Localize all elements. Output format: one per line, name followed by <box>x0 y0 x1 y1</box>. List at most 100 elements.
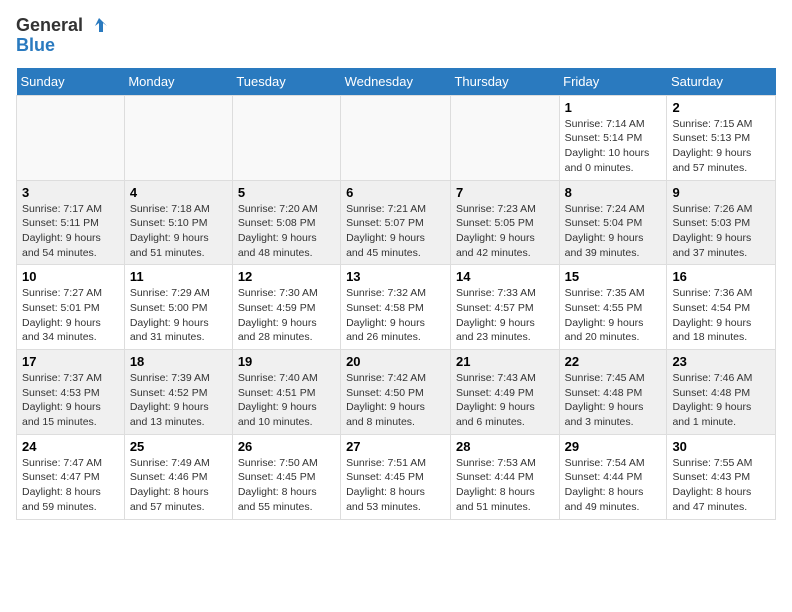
col-header-monday: Monday <box>124 68 232 96</box>
day-number: 6 <box>346 185 445 200</box>
calendar-cell: 9 Sunrise: 7:26 AM Sunset: 5:03 PM Daylig… <box>667 180 776 265</box>
day-detail: Sunrise: 7:24 AM Sunset: 5:04 PM Dayligh… <box>565 202 662 261</box>
day-detail: Sunrise: 7:20 AM Sunset: 5:08 PM Dayligh… <box>238 202 335 261</box>
calendar-cell: 2Sunrise: 7:15 AM Sunset: 5:13 PM Daylig… <box>667 95 776 180</box>
day-number: 8 <box>565 185 662 200</box>
day-detail: Sunrise: 7:35 AM Sunset: 4:55 PM Dayligh… <box>565 286 662 345</box>
calendar-cell: 22 Sunrise: 7:45 AM Sunset: 4:48 PM Dayli… <box>559 350 667 435</box>
day-detail: Sunrise: 7:15 AM Sunset: 5:13 PM Dayligh… <box>672 117 770 176</box>
day-detail: Sunrise: 7:39 AM Sunset: 4:52 PM Dayligh… <box>130 371 227 430</box>
calendar-cell: 28 Sunrise: 7:53 AM Sunset: 4:44 PM Dayli… <box>450 434 559 519</box>
calendar-cell: 3 Sunrise: 7:17 AM Sunset: 5:11 PM Daylig… <box>17 180 125 265</box>
day-number: 27 <box>346 439 445 454</box>
day-detail: Sunrise: 7:50 AM Sunset: 4:45 PM Dayligh… <box>238 456 335 515</box>
day-number: 9 <box>672 185 770 200</box>
calendar-cell <box>232 95 340 180</box>
day-detail: Sunrise: 7:32 AM Sunset: 4:58 PM Dayligh… <box>346 286 445 345</box>
calendar-cell: 26 Sunrise: 7:50 AM Sunset: 4:45 PM Dayli… <box>232 434 340 519</box>
day-detail: Sunrise: 7:18 AM Sunset: 5:10 PM Dayligh… <box>130 202 227 261</box>
calendar-cell: 29Sunrise: 7:54 AM Sunset: 4:44 PM Dayli… <box>559 434 667 519</box>
calendar-cell: 15 Sunrise: 7:35 AM Sunset: 4:55 PM Dayli… <box>559 265 667 350</box>
calendar-cell: 21Sunrise: 7:43 AM Sunset: 4:49 PM Dayli… <box>450 350 559 435</box>
day-detail: Sunrise: 7:42 AM Sunset: 4:50 PM Dayligh… <box>346 371 445 430</box>
day-number: 29 <box>565 439 662 454</box>
col-header-tuesday: Tuesday <box>232 68 340 96</box>
logo: General Blue <box>16 16 109 56</box>
week-row-2: 3 Sunrise: 7:17 AM Sunset: 5:11 PM Daylig… <box>17 180 776 265</box>
day-detail: Sunrise: 7:14 AM Sunset: 5:14 PM Dayligh… <box>565 117 662 176</box>
logo-blue: Blue <box>16 36 55 56</box>
week-row-1: 1 Sunrise: 7:14 AM Sunset: 5:14 PM Daylig… <box>17 95 776 180</box>
day-number: 15 <box>565 269 662 284</box>
calendar-cell: 12Sunrise: 7:30 AM Sunset: 4:59 PM Dayli… <box>232 265 340 350</box>
calendar-cell: 10 Sunrise: 7:27 AM Sunset: 5:01 PM Dayli… <box>17 265 125 350</box>
calendar-cell <box>450 95 559 180</box>
day-number: 30 <box>672 439 770 454</box>
day-number: 1 <box>565 100 662 115</box>
day-number: 19 <box>238 354 335 369</box>
logo-bird-icon <box>85 16 109 36</box>
day-detail: Sunrise: 7:49 AM Sunset: 4:46 PM Dayligh… <box>130 456 227 515</box>
calendar-cell <box>124 95 232 180</box>
calendar-cell: 8 Sunrise: 7:24 AM Sunset: 5:04 PM Daylig… <box>559 180 667 265</box>
logo-general: General <box>16 16 83 36</box>
calendar-cell: 4 Sunrise: 7:18 AM Sunset: 5:10 PM Daylig… <box>124 180 232 265</box>
week-row-3: 10 Sunrise: 7:27 AM Sunset: 5:01 PM Dayli… <box>17 265 776 350</box>
day-number: 24 <box>22 439 119 454</box>
day-detail: Sunrise: 7:51 AM Sunset: 4:45 PM Dayligh… <box>346 456 445 515</box>
day-number: 3 <box>22 185 119 200</box>
day-detail: Sunrise: 7:45 AM Sunset: 4:48 PM Dayligh… <box>565 371 662 430</box>
col-header-sunday: Sunday <box>17 68 125 96</box>
day-number: 22 <box>565 354 662 369</box>
day-detail: Sunrise: 7:17 AM Sunset: 5:11 PM Dayligh… <box>22 202 119 261</box>
calendar-cell: 16 Sunrise: 7:36 AM Sunset: 4:54 PM Dayli… <box>667 265 776 350</box>
header-row: SundayMondayTuesdayWednesdayThursdayFrid… <box>17 68 776 96</box>
day-detail: Sunrise: 7:36 AM Sunset: 4:54 PM Dayligh… <box>672 286 770 345</box>
calendar-cell: 20Sunrise: 7:42 AM Sunset: 4:50 PM Dayli… <box>341 350 451 435</box>
calendar-cell: 18 Sunrise: 7:39 AM Sunset: 4:52 PM Dayli… <box>124 350 232 435</box>
calendar-cell: 19 Sunrise: 7:40 AM Sunset: 4:51 PM Dayli… <box>232 350 340 435</box>
week-row-4: 17 Sunrise: 7:37 AM Sunset: 4:53 PM Dayli… <box>17 350 776 435</box>
calendar-cell: 30 Sunrise: 7:55 AM Sunset: 4:43 PM Dayli… <box>667 434 776 519</box>
day-detail: Sunrise: 7:40 AM Sunset: 4:51 PM Dayligh… <box>238 371 335 430</box>
day-number: 18 <box>130 354 227 369</box>
day-detail: Sunrise: 7:55 AM Sunset: 4:43 PM Dayligh… <box>672 456 770 515</box>
day-number: 16 <box>672 269 770 284</box>
calendar-cell: 11 Sunrise: 7:29 AM Sunset: 5:00 PM Dayli… <box>124 265 232 350</box>
calendar-cell: 7 Sunrise: 7:23 AM Sunset: 5:05 PM Daylig… <box>450 180 559 265</box>
calendar-cell: 14Sunrise: 7:33 AM Sunset: 4:57 PM Dayli… <box>450 265 559 350</box>
day-number: 25 <box>130 439 227 454</box>
calendar-cell: 1 Sunrise: 7:14 AM Sunset: 5:14 PM Daylig… <box>559 95 667 180</box>
day-detail: Sunrise: 7:29 AM Sunset: 5:00 PM Dayligh… <box>130 286 227 345</box>
col-header-friday: Friday <box>559 68 667 96</box>
day-number: 28 <box>456 439 554 454</box>
calendar-cell: 6 Sunrise: 7:21 AM Sunset: 5:07 PM Daylig… <box>341 180 451 265</box>
day-number: 14 <box>456 269 554 284</box>
calendar-cell: 23Sunrise: 7:46 AM Sunset: 4:48 PM Dayli… <box>667 350 776 435</box>
day-detail: Sunrise: 7:23 AM Sunset: 5:05 PM Dayligh… <box>456 202 554 261</box>
day-number: 10 <box>22 269 119 284</box>
day-detail: Sunrise: 7:26 AM Sunset: 5:03 PM Dayligh… <box>672 202 770 261</box>
col-header-wednesday: Wednesday <box>341 68 451 96</box>
day-number: 7 <box>456 185 554 200</box>
header: General Blue <box>16 16 776 56</box>
day-detail: Sunrise: 7:37 AM Sunset: 4:53 PM Dayligh… <box>22 371 119 430</box>
calendar-cell: 27 Sunrise: 7:51 AM Sunset: 4:45 PM Dayli… <box>341 434 451 519</box>
calendar-cell: 5 Sunrise: 7:20 AM Sunset: 5:08 PM Daylig… <box>232 180 340 265</box>
day-detail: Sunrise: 7:53 AM Sunset: 4:44 PM Dayligh… <box>456 456 554 515</box>
day-number: 17 <box>22 354 119 369</box>
day-number: 5 <box>238 185 335 200</box>
day-number: 11 <box>130 269 227 284</box>
day-number: 26 <box>238 439 335 454</box>
calendar-cell: 13 Sunrise: 7:32 AM Sunset: 4:58 PM Dayli… <box>341 265 451 350</box>
day-detail: Sunrise: 7:47 AM Sunset: 4:47 PM Dayligh… <box>22 456 119 515</box>
calendar-cell: 25 Sunrise: 7:49 AM Sunset: 4:46 PM Dayli… <box>124 434 232 519</box>
day-detail: Sunrise: 7:27 AM Sunset: 5:01 PM Dayligh… <box>22 286 119 345</box>
day-number: 12 <box>238 269 335 284</box>
day-number: 4 <box>130 185 227 200</box>
day-detail: Sunrise: 7:21 AM Sunset: 5:07 PM Dayligh… <box>346 202 445 261</box>
logo-container: General Blue <box>16 16 109 56</box>
calendar-table: SundayMondayTuesdayWednesdayThursdayFrid… <box>16 68 776 520</box>
calendar-cell: 17 Sunrise: 7:37 AM Sunset: 4:53 PM Dayli… <box>17 350 125 435</box>
day-number: 13 <box>346 269 445 284</box>
